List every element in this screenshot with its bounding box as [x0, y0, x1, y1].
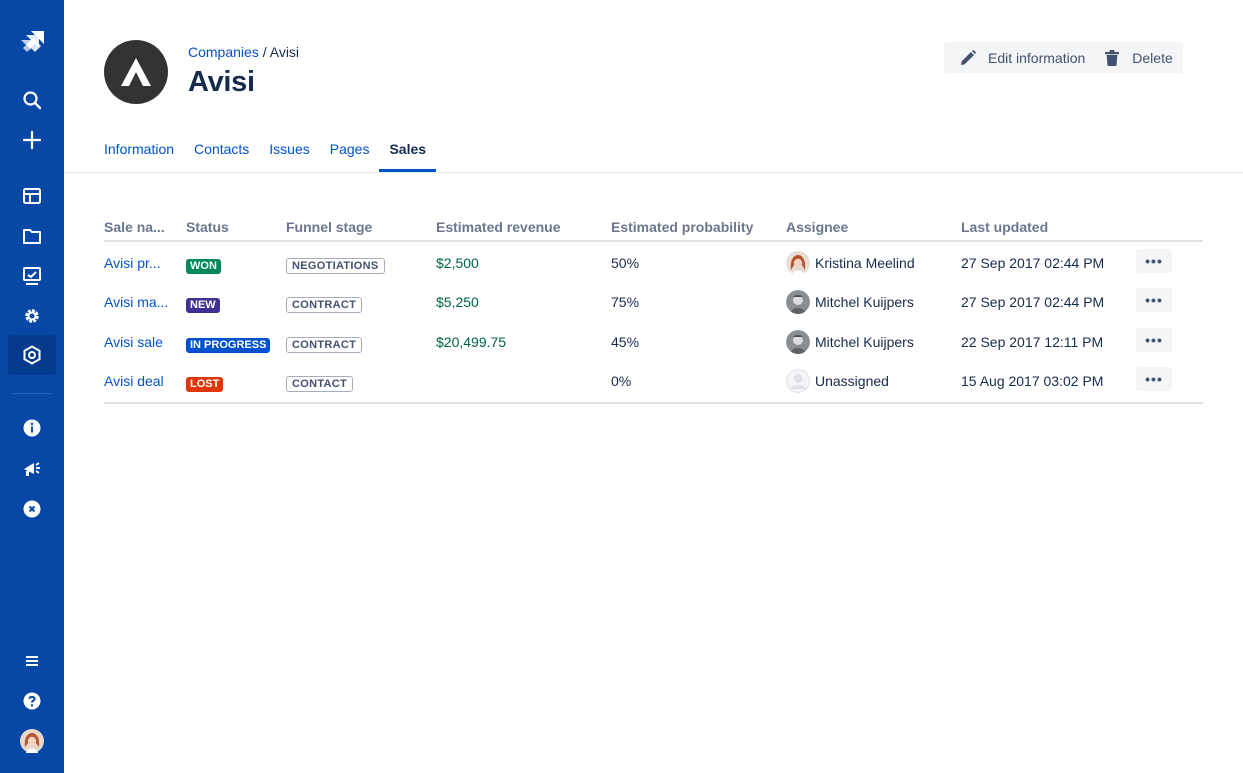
- sale-name-link[interactable]: Avisi pr...: [104, 255, 161, 271]
- more-icon: •••: [1145, 332, 1163, 348]
- revenue-value: $20,499.75: [436, 334, 507, 350]
- tab-issues[interactable]: Issues: [269, 141, 309, 173]
- app-icon[interactable]: [8, 335, 56, 375]
- table-bottom-border: [104, 402, 1203, 404]
- assignee-avatar: [786, 251, 810, 275]
- last-updated-value: 27 Sep 2017 02:44 PM: [961, 255, 1105, 271]
- assignee-name: Mitchel Kuijpers: [815, 294, 914, 310]
- help-icon[interactable]: [8, 681, 56, 721]
- tab-information[interactable]: Information: [104, 141, 174, 173]
- status-badge: WON: [186, 259, 221, 274]
- edit-information-button[interactable]: Edit information: [944, 42, 1095, 73]
- gear-icon[interactable]: [8, 296, 56, 336]
- breadcrumb: Companies / Avisi: [188, 44, 299, 60]
- plus-icon[interactable]: [8, 120, 56, 160]
- user-avatar[interactable]: [8, 721, 56, 761]
- probability-value: 0%: [611, 373, 632, 389]
- edit-information-label: Edit information: [988, 49, 1086, 66]
- trash-icon: [1105, 49, 1120, 66]
- more-actions-button[interactable]: •••: [1136, 288, 1172, 312]
- table-header: Sale na... Status Funnel stage Estimated…: [104, 217, 1203, 242]
- last-updated-value: 15 Aug 2017 03:02 PM: [961, 373, 1104, 389]
- info-icon[interactable]: [8, 408, 56, 448]
- funnel-stage-badge: CONTRACT: [286, 297, 363, 313]
- column-header-last-updated[interactable]: Last updated: [961, 219, 1048, 235]
- more-actions-button[interactable]: •••: [1136, 367, 1172, 391]
- status-badge: NEW: [186, 298, 220, 313]
- probability-value: 45%: [611, 334, 640, 350]
- delete-label: Delete: [1132, 49, 1173, 66]
- last-updated-value: 27 Sep 2017 02:44 PM: [961, 294, 1105, 310]
- column-header-assignee[interactable]: Assignee: [786, 219, 848, 235]
- tab-bar: Information Contacts Issues Pages Sales: [104, 141, 456, 173]
- funnel-stage-badge: NEGOTIATIONS: [286, 258, 385, 274]
- assignee-name: Mitchel Kuijpers: [815, 334, 914, 350]
- search-icon[interactable]: [8, 80, 56, 120]
- sidebar-divider: [12, 393, 52, 394]
- action-button-group: Edit information Delete: [944, 42, 1183, 73]
- table-row: Avisi sale IN PROGRESS CONTRACT $20,499.…: [104, 322, 1203, 362]
- tab-sales[interactable]: Sales: [379, 141, 436, 173]
- dashboard-icon[interactable]: [8, 256, 56, 296]
- status-badge: IN PROGRESS: [186, 338, 271, 353]
- sale-name-link[interactable]: Avisi sale: [104, 334, 163, 350]
- assignee-avatar: [786, 330, 810, 354]
- company-logo: [104, 40, 168, 104]
- global-sidebar: [0, 0, 64, 773]
- funnel-stage-badge: CONTRACT: [286, 337, 363, 353]
- jira-logo-icon[interactable]: [8, 24, 56, 64]
- page-title: Avisi: [188, 66, 255, 98]
- column-header-sale-name[interactable]: Sale na...: [104, 219, 165, 235]
- breadcrumb-companies-link[interactable]: Companies: [188, 44, 259, 60]
- folder-icon[interactable]: [8, 216, 56, 256]
- column-header-estimated-probability[interactable]: Estimated probability: [611, 219, 753, 235]
- status-badge: LOST: [186, 377, 224, 392]
- table-row: Avisi ma... NEW CONTRACT $5,250 75% Mitc…: [104, 282, 1203, 322]
- megaphone-icon[interactable]: [8, 448, 56, 488]
- column-header-status[interactable]: Status: [186, 219, 229, 235]
- table-row: Avisi deal LOST CONTACT 0% Unassigned 15…: [104, 362, 1203, 402]
- sale-name-link[interactable]: Avisi ma...: [104, 294, 168, 310]
- funnel-stage-badge: CONTACT: [286, 376, 354, 392]
- column-header-estimated-revenue[interactable]: Estimated revenue: [436, 219, 561, 235]
- last-updated-value: 22 Sep 2017 12:11 PM: [961, 334, 1104, 350]
- revenue-value: $2,500: [436, 255, 479, 271]
- column-header-funnel-stage[interactable]: Funnel stage: [286, 219, 372, 235]
- tab-contacts[interactable]: Contacts: [194, 141, 249, 173]
- more-icon: •••: [1145, 371, 1163, 387]
- probability-value: 50%: [611, 255, 640, 271]
- breadcrumb-current: Avisi: [269, 44, 300, 60]
- board-icon[interactable]: [8, 176, 56, 216]
- menu-icon[interactable]: [8, 641, 56, 681]
- avisi-logo-icon: [121, 58, 151, 86]
- delete-button[interactable]: Delete: [1095, 42, 1182, 73]
- probability-value: 75%: [611, 294, 640, 310]
- revenue-value: $5,250: [436, 294, 479, 310]
- tabs-divider: [64, 172, 1243, 173]
- tab-pages[interactable]: Pages: [330, 141, 370, 173]
- assignee-name: Kristina Meelind: [815, 255, 915, 271]
- assignee-avatar: [786, 369, 810, 393]
- sales-table: Sale na... Status Funnel stage Estimated…: [104, 217, 1203, 404]
- sale-name-link[interactable]: Avisi deal: [104, 373, 164, 389]
- more-actions-button[interactable]: •••: [1136, 249, 1172, 273]
- more-actions-button[interactable]: •••: [1136, 328, 1172, 352]
- close-circle-icon[interactable]: [8, 489, 56, 529]
- more-icon: •••: [1145, 292, 1163, 308]
- assignee-avatar: [786, 290, 810, 314]
- pencil-icon: [961, 49, 977, 65]
- more-icon: •••: [1145, 253, 1163, 269]
- breadcrumb-separator: /: [258, 44, 270, 60]
- table-row: Avisi pr... WON NEGOTIATIONS $2,500 50% …: [104, 242, 1203, 282]
- assignee-name: Unassigned: [815, 373, 889, 389]
